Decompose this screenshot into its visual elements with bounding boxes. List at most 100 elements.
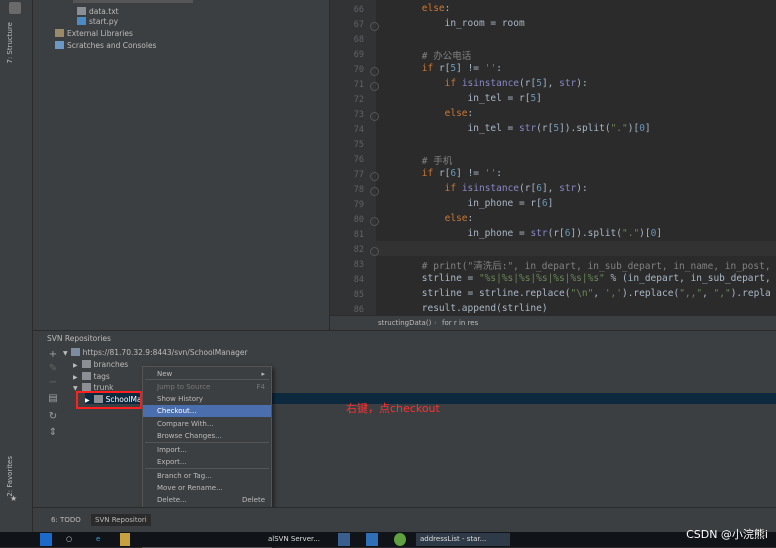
scratch-icon xyxy=(55,41,64,49)
line-number: 66 xyxy=(353,5,364,15)
breadcrumb-item[interactable]: structingData() xyxy=(378,316,431,331)
menu-item-label: Export... xyxy=(157,458,187,466)
expand-icon[interactable]: ⇕ xyxy=(47,427,59,438)
panel-title: SVN Repositories xyxy=(47,334,111,343)
fold-marker-icon[interactable] xyxy=(370,187,379,196)
annotation-box-node xyxy=(76,391,142,409)
code-line: else: xyxy=(421,3,451,14)
menu-item-label: Import... xyxy=(157,446,187,454)
scrolled-row xyxy=(73,0,193,3)
menu-item-shortcut: Delete xyxy=(242,496,265,504)
line-number: 75 xyxy=(353,140,364,150)
project-panel: data.txt start.py External Libraries Scratc… xyxy=(33,0,329,330)
tab-todo[interactable]: 6: TODO xyxy=(47,514,85,526)
svn-root[interactable]: ▼ https://81.70.32.9:8443/svn/SchoolManag… xyxy=(63,347,248,359)
project-tree-item[interactable]: External Libraries xyxy=(55,28,133,40)
python-file-icon xyxy=(77,17,86,25)
menu-item[interactable]: Import... xyxy=(143,444,271,456)
menu-separator xyxy=(145,468,269,469)
fold-marker-icon[interactable] xyxy=(370,22,379,31)
app-icon[interactable] xyxy=(366,533,378,546)
svn-tree-node[interactable]: ▶ branches xyxy=(73,359,128,371)
line-number: 79 xyxy=(353,200,364,210)
menu-item-shortcut: F4 xyxy=(256,383,265,391)
structure-tab[interactable]: 7: Structure xyxy=(6,22,14,64)
current-line-highlight xyxy=(376,241,776,256)
app-icon[interactable] xyxy=(338,533,350,546)
project-tree-label: start.py xyxy=(89,17,119,26)
star-icon: ★ xyxy=(10,494,18,503)
favorites-tab[interactable]: 2: Favorites xyxy=(6,456,14,497)
code-line: strline = strline.replace("\n", ',').rep… xyxy=(376,288,771,299)
line-number: 81 xyxy=(353,230,364,240)
code-line: # print("清洗后:", in_depart, in_sub_depart… xyxy=(421,261,771,272)
code-line: # 手机 xyxy=(421,156,453,167)
refresh-icon[interactable]: ↻ xyxy=(47,411,59,422)
line-number: 70 xyxy=(353,65,364,75)
menu-item[interactable]: Export... xyxy=(143,456,271,468)
expand-arrow-icon: ▼ xyxy=(63,350,68,357)
code-line: if r[6] != '': xyxy=(421,168,502,179)
folder-icon xyxy=(81,360,91,368)
menu-item-label: Compare With... xyxy=(157,420,214,428)
expand-arrow-icon[interactable]: ▶ xyxy=(73,362,78,369)
folder-icon xyxy=(81,383,91,391)
explorer-icon[interactable] xyxy=(120,533,130,546)
menu-item-label: Browse Changes... xyxy=(157,432,222,440)
menu-item[interactable]: New ▸ xyxy=(143,368,271,380)
menu-item[interactable]: Compare With... xyxy=(143,418,271,430)
code-line: # 办公电话 xyxy=(421,51,472,62)
fold-marker-icon[interactable] xyxy=(370,67,379,76)
menu-item[interactable]: Delete... Delete xyxy=(143,494,271,506)
project-tree-item[interactable]: start.py xyxy=(77,16,118,28)
windows-start-icon[interactable] xyxy=(40,533,52,546)
line-number: 82 xyxy=(353,245,364,255)
menu-item-label: Delete... xyxy=(157,496,187,504)
menu-item[interactable]: Show History xyxy=(143,393,271,405)
project-tree-label: Scratches and Consoles xyxy=(67,41,157,50)
search-icon[interactable]: ○ xyxy=(66,533,72,546)
project-icon[interactable] xyxy=(9,2,21,14)
menu-item-label: Checkout... xyxy=(157,407,197,415)
left-tool-strip: 7: Structure 2: Favorites ★ xyxy=(0,0,33,532)
menu-item[interactable]: Branch or Tag... xyxy=(143,470,271,482)
menu-item[interactable]: Checkout... xyxy=(143,405,271,417)
add-icon[interactable]: + xyxy=(47,349,59,360)
line-number: 76 xyxy=(353,155,364,165)
menu-item-shortcut: ▸ xyxy=(261,370,265,378)
code-line: in_phone = r[6] xyxy=(376,198,554,209)
project-tree-label: data.txt xyxy=(89,7,119,16)
code-editor[interactable]: 66 else: 67 in_room = room 68 69 # 办公电话 70 i… xyxy=(330,0,776,331)
line-number: 67 xyxy=(353,20,364,30)
line-number: 74 xyxy=(353,125,364,135)
line-number: 85 xyxy=(353,290,364,300)
tab-svn-repositories[interactable]: SVN Repositori xyxy=(91,514,151,526)
annotation-text: 右键，点checkout xyxy=(346,402,440,415)
folder-icon xyxy=(81,372,91,380)
edge-icon[interactable]: e xyxy=(96,533,100,546)
project-tree-item[interactable]: Scratches and Consoles xyxy=(55,40,156,52)
taskbar-item-pycharm[interactable]: addressList - star... xyxy=(416,533,510,546)
fold-marker-icon[interactable] xyxy=(370,247,379,256)
watermark: CSDN @小浣熊i xyxy=(686,528,768,541)
breadcrumb-item[interactable]: for r in res xyxy=(442,316,478,331)
fold-marker-icon[interactable] xyxy=(370,112,379,121)
svn-root-label: https://81.70.32.9:8443/svn/SchoolManage… xyxy=(82,348,248,357)
bottom-tool-tabs: 6: TODO SVN Repositori xyxy=(33,507,776,533)
taskbar-item-svn-server[interactable]: alSVN Server... xyxy=(268,533,320,546)
menu-separator xyxy=(145,442,269,443)
fold-marker-icon[interactable] xyxy=(370,217,379,226)
line-number: 78 xyxy=(353,185,364,195)
text-file-icon xyxy=(77,7,86,15)
code-line: in_phone = str(r[6]).split(".")[0] xyxy=(376,228,663,239)
menu-item[interactable]: Browse Changes... xyxy=(143,430,271,442)
remove-icon[interactable]: − xyxy=(47,377,59,388)
menu-item[interactable]: Move or Rename... xyxy=(143,482,271,494)
browse-icon[interactable]: ▤ xyxy=(47,393,59,404)
fold-marker-icon[interactable] xyxy=(370,172,379,181)
edit-icon[interactable]: ✎ xyxy=(47,363,59,374)
app-icon[interactable] xyxy=(394,533,406,546)
fold-marker-icon[interactable] xyxy=(370,82,379,91)
expand-arrow-icon[interactable]: ▶ xyxy=(73,374,78,381)
code-line: result.append(strline) xyxy=(376,303,548,314)
